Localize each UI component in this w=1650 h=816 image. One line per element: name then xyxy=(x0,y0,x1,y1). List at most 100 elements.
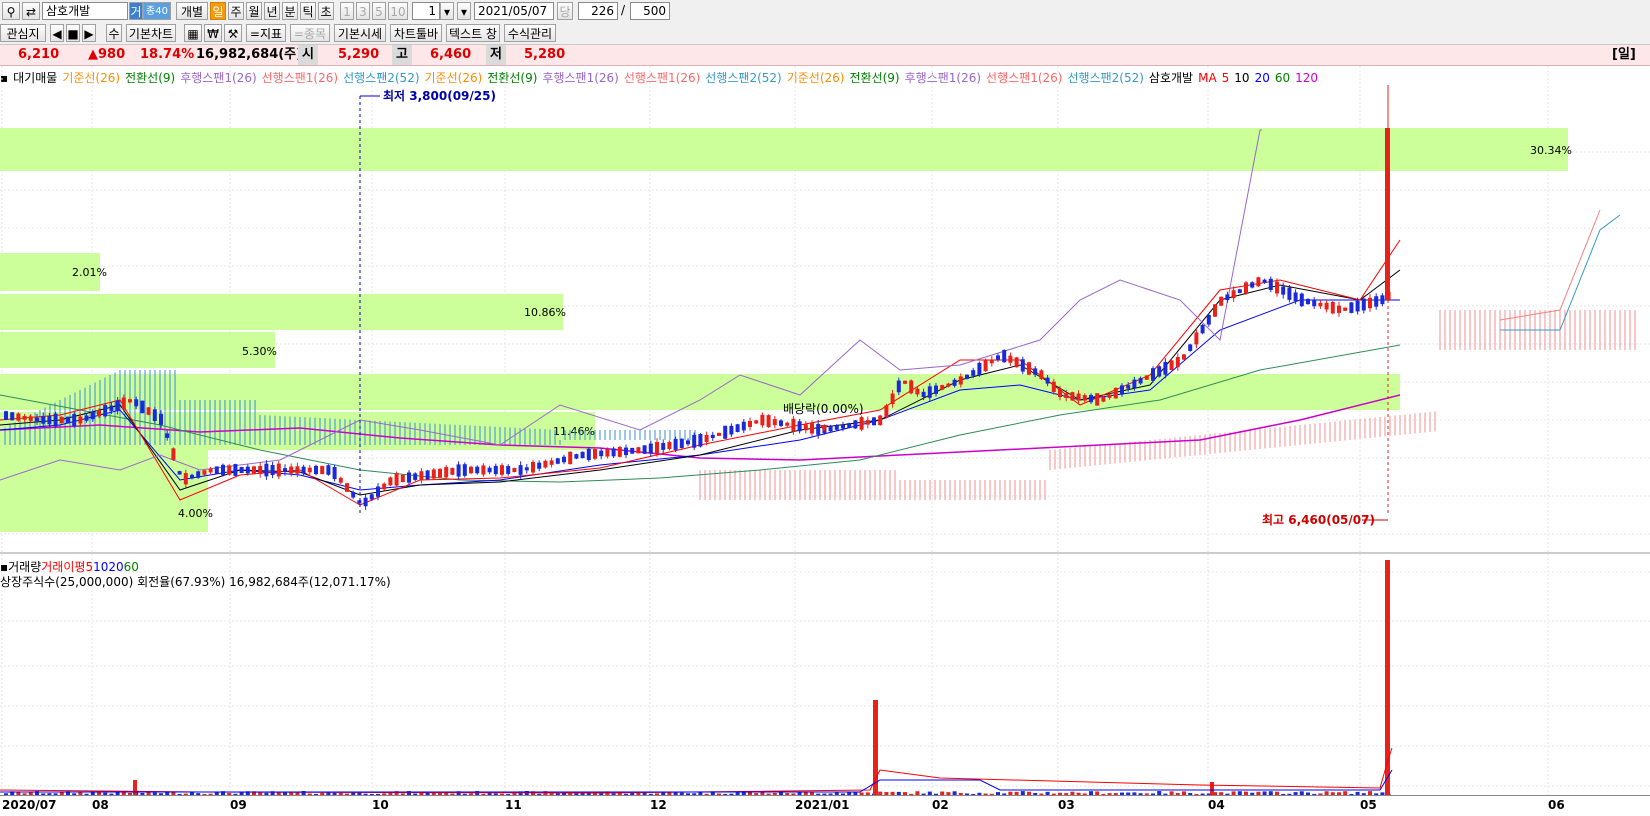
legend-item[interactable]: 5 xyxy=(85,560,93,574)
candle xyxy=(1256,277,1261,287)
period-tick[interactable]: 틱 xyxy=(300,2,316,20)
candle xyxy=(1213,304,1217,317)
candle xyxy=(698,434,703,447)
candle xyxy=(326,465,331,475)
candle xyxy=(134,399,139,407)
period-indicator: [일] xyxy=(1612,47,1636,62)
candle xyxy=(413,473,418,480)
total-count-input[interactable]: 500 xyxy=(630,2,670,20)
candle xyxy=(1027,362,1031,375)
candle xyxy=(580,451,585,459)
candle xyxy=(438,468,442,478)
candle xyxy=(221,464,225,476)
candle xyxy=(1008,355,1013,363)
volume-profile-label: 5.30% xyxy=(242,345,277,358)
candle xyxy=(159,413,163,425)
candle xyxy=(1281,286,1286,295)
stop-icon[interactable]: ■ xyxy=(66,24,80,42)
candle xyxy=(1101,396,1106,402)
legend-item[interactable]: 거래량 xyxy=(8,560,41,574)
period-second[interactable]: 초 xyxy=(318,2,334,20)
count-input[interactable]: 1 xyxy=(412,2,440,20)
x-tick-label: 11 xyxy=(505,798,522,812)
legend-item[interactable]: 20 xyxy=(108,560,123,574)
scroll-right-icon[interactable]: ▶ xyxy=(82,24,96,42)
candle xyxy=(128,399,132,403)
candle xyxy=(1051,381,1056,392)
minute-3[interactable]: 3 xyxy=(356,2,370,20)
volume-profile-band xyxy=(0,332,275,368)
legend-item[interactable]: 60 xyxy=(124,560,139,574)
candle xyxy=(400,474,405,483)
su-button[interactable]: 수 xyxy=(106,24,122,42)
won-button[interactable]: ₩ xyxy=(204,24,222,42)
symbol-input[interactable]: 삼호개발 xyxy=(42,2,128,20)
x-tick-label: 04 xyxy=(1208,798,1225,812)
refresh-icon[interactable]: ⇄ xyxy=(22,2,40,20)
candle xyxy=(469,466,473,474)
candle xyxy=(568,451,573,465)
chart-toolbar-button[interactable]: 차트툴바 xyxy=(390,24,442,42)
text-window-button[interactable]: 텍스트 창 xyxy=(446,24,500,42)
candle xyxy=(1095,393,1100,406)
candle xyxy=(574,454,579,459)
candle xyxy=(673,438,678,450)
minute-1[interactable]: 1 xyxy=(340,2,354,20)
candle xyxy=(1231,290,1236,299)
candle xyxy=(276,463,281,477)
current-price: 6,210 xyxy=(18,47,60,62)
period-month[interactable]: 월 xyxy=(246,2,262,20)
search-icon[interactable]: ⚲ xyxy=(2,2,20,20)
candle xyxy=(549,460,554,465)
dividend-annotation: 배당락(0.00%) xyxy=(783,402,864,416)
chart-icon[interactable]: ▦ xyxy=(184,24,202,42)
candle xyxy=(35,417,39,422)
item-button[interactable]: =종목 xyxy=(290,24,330,42)
minute-5[interactable]: 5 xyxy=(372,2,386,20)
indicator-button[interactable]: =지표 xyxy=(246,24,286,42)
tag-b[interactable]: 종40 xyxy=(143,2,171,20)
legend-item[interactable]: 거래이평 xyxy=(41,560,85,574)
price-chart[interactable]: 30.34% 2.01% 10.86% 5.30% 11.46% 4.00% 최저 3,80… xyxy=(0,66,1650,796)
dang-button[interactable]: 당 xyxy=(557,2,573,20)
candle xyxy=(376,486,380,497)
period-day[interactable]: 일 xyxy=(210,2,226,20)
tag-a[interactable]: 거 xyxy=(129,2,143,20)
candle xyxy=(388,477,393,486)
minute-10[interactable]: 10 xyxy=(388,2,408,20)
toolbar-top: ⚲ ⇄ 삼호개발 거 종40 개별 일 주 월 년 분 틱 초 1 3 5 10… xyxy=(0,0,1650,22)
candle xyxy=(252,466,256,474)
period-minute[interactable]: 분 xyxy=(282,2,298,20)
period-week[interactable]: 주 xyxy=(228,2,244,20)
period-year[interactable]: 년 xyxy=(264,2,280,20)
candle xyxy=(289,466,294,474)
basic-chart-button[interactable]: 기본차트 xyxy=(126,24,176,42)
wrench-icon[interactable]: ⚒ xyxy=(224,24,242,42)
candle xyxy=(531,461,535,473)
x-tick-label: 09 xyxy=(230,798,247,812)
x-tick-label: 08 xyxy=(92,798,109,812)
visible-count-input[interactable]: 226 xyxy=(578,2,618,20)
interest-indicator-button[interactable]: 관심지표 xyxy=(0,24,46,59)
x-tick-label: 12 xyxy=(650,798,667,812)
candle xyxy=(847,423,852,428)
candle xyxy=(165,433,170,438)
candle xyxy=(593,449,597,459)
candle xyxy=(500,465,504,475)
chevron-down-icon[interactable]: ▾ xyxy=(457,2,471,20)
formula-button[interactable]: 수식관리 xyxy=(504,24,556,42)
chevron-down-icon[interactable]: ▾ xyxy=(440,2,454,20)
basic-quote-button[interactable]: 기본시세 xyxy=(334,24,386,42)
candle xyxy=(295,466,300,474)
scroll-left-icon[interactable]: ◀ xyxy=(50,24,64,42)
date-input[interactable]: 2021/05/07 xyxy=(474,2,554,20)
candle xyxy=(1324,302,1329,310)
candle xyxy=(772,419,777,426)
candle xyxy=(227,465,232,475)
candle xyxy=(921,391,926,397)
legend-item[interactable]: 10 xyxy=(93,560,108,574)
volume-profile-band xyxy=(0,128,1568,171)
candle xyxy=(407,472,411,483)
individual-button[interactable]: 개별 xyxy=(176,2,208,20)
dividend-arrow xyxy=(820,425,828,432)
